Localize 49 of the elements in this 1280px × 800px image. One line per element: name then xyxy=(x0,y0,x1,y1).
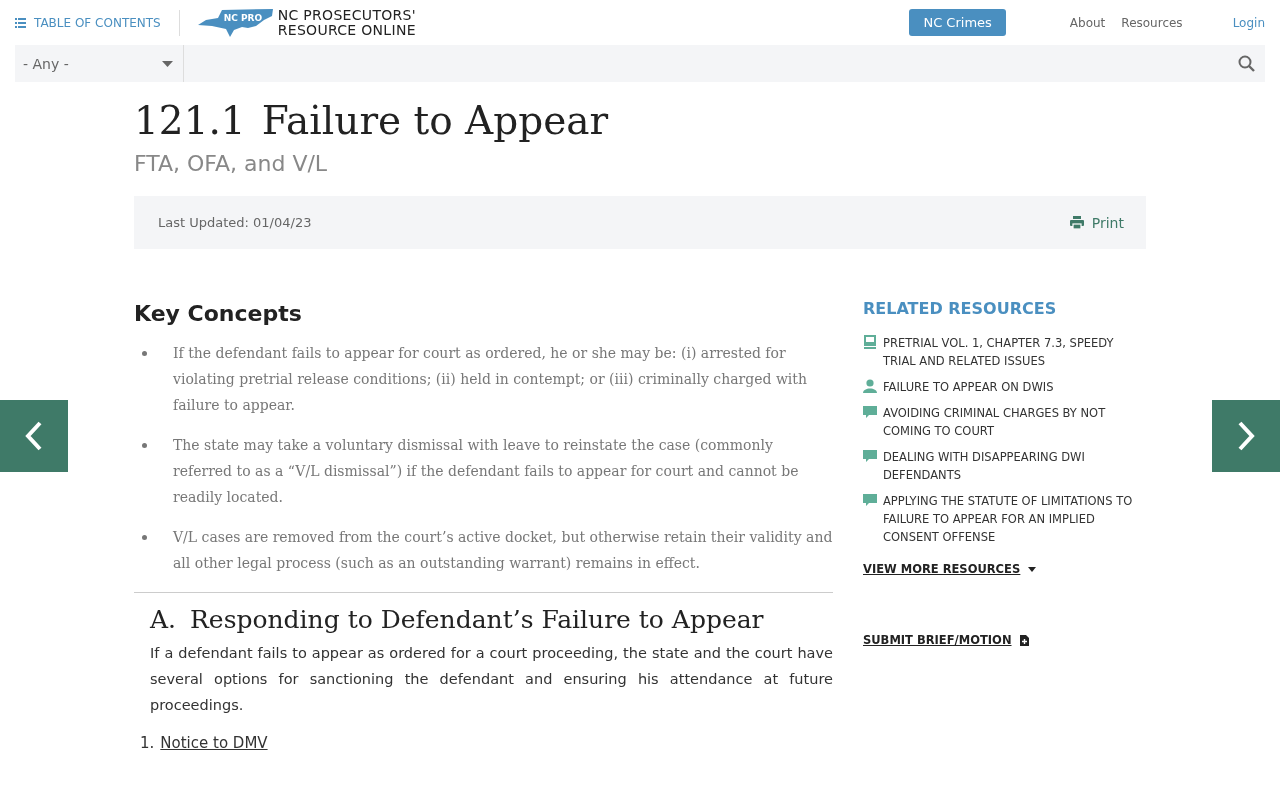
state-map-logo[interactable]: NC PRO xyxy=(197,7,274,38)
key-concept-text: The state may take a voluntary dismissal with leave to reinstate the case (commonly referred to as a “V/L dismissal”) if the defendant fails to appear for court and cannot be readily located. xyxy=(173,436,800,507)
comment-icon xyxy=(863,405,877,419)
bullet-dot xyxy=(142,351,147,356)
person-icon xyxy=(863,379,877,393)
page-title: Failure to Appear xyxy=(261,98,609,143)
key-concept-text: V/L cases are removed from the court’s active docket, but otherwise retain their validity and all other legal process (such as an outstanding warrant) remains in effect. xyxy=(173,528,833,573)
bullet-dot xyxy=(142,443,147,448)
print-button[interactable]: Print xyxy=(1063,213,1130,232)
section-title: Responding to Defendant’s Failure to Appear xyxy=(190,605,764,634)
page-subtitle: FTA, OFA, and V/L xyxy=(134,151,329,176)
resource-link[interactable]: FAILURE TO APPEAR ON DWIS xyxy=(883,378,1054,396)
comment-icon xyxy=(863,449,877,463)
list-number: 1. xyxy=(140,734,155,752)
sidebar-heading: RELATED RESOURCES xyxy=(863,299,1058,318)
chevron-left-icon xyxy=(25,421,43,451)
book-icon xyxy=(863,335,877,349)
resource-link[interactable]: APPLYING THE STATUTE OF LIMITATIONS TO FAILURE TO APPEAR FOR AN IMPLIED CONSENT OFFENSE xyxy=(883,492,1146,546)
nav-link[interactable]: Resources xyxy=(1121,15,1183,30)
previous-button[interactable] xyxy=(0,400,68,472)
resource-link[interactable]: AVOIDING CRIMINAL CHARGES BY NOT COMING TO COURT xyxy=(883,404,1146,440)
resource-link[interactable]: PRETRIAL VOL. 1, CHAPTER 7.3, SPEEDY TRIAL AND RELATED ISSUES xyxy=(883,334,1146,370)
caret-icon xyxy=(162,60,173,67)
section-letter: A. xyxy=(150,605,176,634)
submit-link[interactable]: SUBMIT BRIEF/MOTION xyxy=(863,633,1146,647)
section-number: 121.1 xyxy=(134,98,246,143)
nav-link[interactable]: About xyxy=(1069,15,1106,30)
comment-icon xyxy=(863,493,877,507)
view-more-link[interactable]: VIEW MORE RESOURCES xyxy=(863,562,1037,576)
paragraph: If a defendant fails to appear as ordered for a court proceeding, the state and the court have several options for sanctioning the defendant and ensuring his attendance at future proceedings. xyxy=(150,644,833,715)
key-concept-text: If the defendant fails to appear for court as ordered, he or she may be: (i) arrested for violating pretrial release conditions; (ii) held in contempt; or (iii) criminally charged with failure to appear. xyxy=(173,344,808,415)
site-name: NC PROSECUTORS' xyxy=(277,7,416,23)
section-heading: Key Concepts xyxy=(134,301,303,326)
printer-icon xyxy=(1069,216,1084,229)
site-name: RESOURCE ONLINE xyxy=(277,22,416,38)
filter-dropdown[interactable]: - Any - xyxy=(15,45,184,82)
bullet-dot xyxy=(142,535,147,540)
search-icon[interactable] xyxy=(1238,55,1255,72)
list-icon xyxy=(15,17,26,28)
nc-crimes-button[interactable]: NC Crimes xyxy=(909,9,1006,36)
last-updated: Last Updated: 01/04/23 xyxy=(158,215,312,230)
resource-link[interactable]: DEALING WITH DISAPPEARING DWI DEFENDANTS xyxy=(883,448,1146,484)
notice-link[interactable]: Notice to DMV xyxy=(160,734,268,752)
table-of-contents-button[interactable]: TABLE OF CONTENTS xyxy=(15,15,161,30)
chevron-right-icon xyxy=(1237,421,1255,451)
login-link[interactable]: Login xyxy=(1232,15,1265,30)
file-plus-icon xyxy=(1019,634,1029,646)
caret-icon xyxy=(1028,566,1037,572)
next-button[interactable] xyxy=(1212,400,1280,472)
